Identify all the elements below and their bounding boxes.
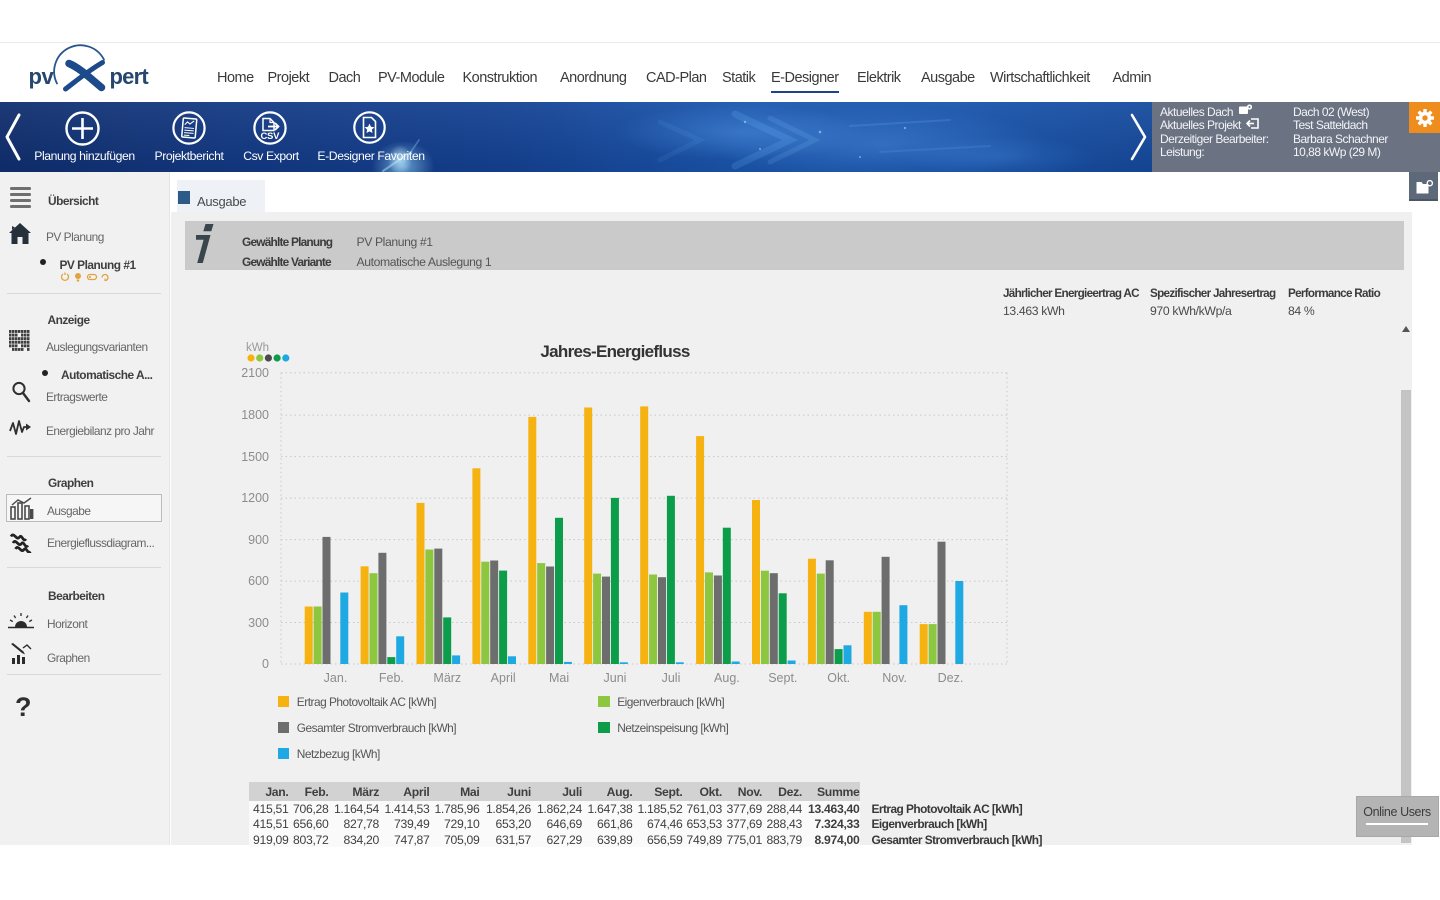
svg-text:CSV: CSV: [261, 131, 281, 142]
svg-text:pert: pert: [110, 64, 150, 89]
svg-text:pv: pv: [29, 64, 55, 89]
